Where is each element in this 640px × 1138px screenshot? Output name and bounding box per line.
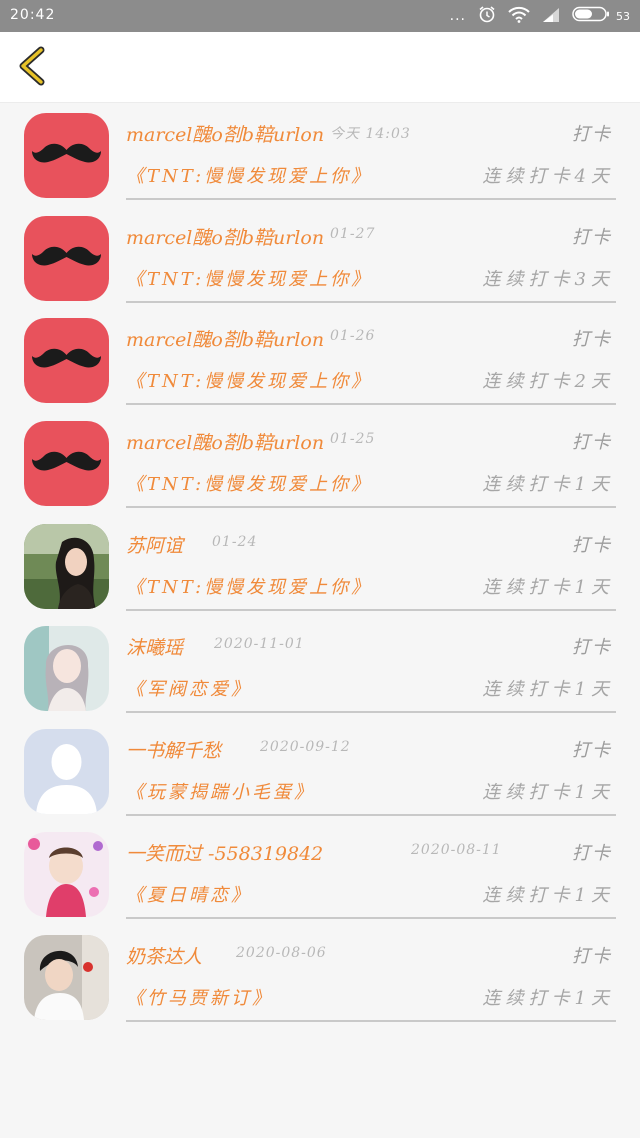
wifi-icon xyxy=(508,6,530,27)
book-title[interactable]: 《TNT:慢慢发现爱上你》 xyxy=(126,265,372,291)
more-dots: ... xyxy=(449,8,466,24)
streak-count: 连续打卡1天 xyxy=(482,987,614,1009)
checkin-time: 2020-08-11 xyxy=(411,841,502,858)
checkin-label: 打卡 xyxy=(572,534,612,556)
record-content: marcel醜o剳b鞛urlon 01-26 打卡 《TNT:慢慢发现爱上你》 … xyxy=(126,315,616,406)
mustache-avatar-image xyxy=(24,421,109,507)
checkin-record-item[interactable]: marcel醜o剳b鞛urlon 01-26 打卡 《TNT:慢慢发现爱上你》 … xyxy=(0,315,640,418)
record-content: 一书解千愁 2020-09-12 打卡 《玩蒙揭踹小毛蛋》 连续打卡1天 xyxy=(126,726,616,817)
photo-girl-dark-avatar-image xyxy=(24,523,109,609)
streak-count: 连续打卡1天 xyxy=(482,679,614,701)
user-name[interactable]: 苏阿谊 xyxy=(126,531,183,558)
checkin-label: 打卡 xyxy=(572,637,612,659)
photo-baby-avatar-image xyxy=(24,831,109,917)
user-name[interactable]: marcel醜o剳b鞛urlon xyxy=(126,223,324,250)
checkin-record-item[interactable]: 苏阿谊 01-24 打卡 《TNT:慢慢发现爱上你》 连续打卡1天 xyxy=(0,521,640,624)
mustache-avatar-image xyxy=(24,215,109,301)
record-content: 沫曦瑶 2020-11-01 打卡 《军阀恋爱》 连续打卡1天 xyxy=(126,623,616,714)
user-name[interactable]: 沫曦瑶 xyxy=(126,633,183,660)
record-content: marcel醜o剳b鞛urlon 01-25 打卡 《TNT:慢慢发现爱上你》 … xyxy=(126,418,616,509)
record-content: 奶茶达人 2020-08-06 打卡 《竹马贾新订》 连续打卡1天 xyxy=(126,932,616,1022)
checkin-record-list: marcel醜o剳b鞛urlon 今天 14:03 打卡 《TNT:慢慢发现爱上… xyxy=(0,110,640,1034)
user-name[interactable]: marcel醜o剳b鞛urlon xyxy=(126,120,324,147)
streak-count: 连续打卡4天 xyxy=(482,166,614,187)
mustache-avatar-image xyxy=(24,318,109,404)
user-name[interactable]: 奶茶达人 xyxy=(126,942,202,969)
avatar[interactable] xyxy=(24,421,109,507)
checkin-time: 01-24 xyxy=(212,533,258,550)
checkin-record-item[interactable]: marcel醜o剳b鞛urlon 01-25 打卡 《TNT:慢慢发现爱上你》 … xyxy=(0,418,640,521)
streak-count: 连续打卡1天 xyxy=(482,576,614,598)
avatar[interactable] xyxy=(24,215,109,301)
book-title[interactable]: 《TNT:慢慢发现爱上你》 xyxy=(126,470,372,496)
avatar[interactable] xyxy=(24,318,109,404)
avatar[interactable] xyxy=(24,831,109,917)
checkin-label: 打卡 xyxy=(572,226,612,248)
avatar[interactable] xyxy=(24,934,109,1020)
checkin-time: 2020-11-01 xyxy=(214,636,305,653)
book-title[interactable]: 《TNT:慢慢发现爱上你》 xyxy=(126,162,372,188)
user-name[interactable]: 一书解千愁 xyxy=(126,736,221,763)
status-bar: 20:42 ... 53 xyxy=(0,0,640,32)
checkin-time: 01-25 xyxy=(330,431,376,448)
battery-percent: 53 xyxy=(616,9,630,23)
book-title[interactable]: 《TNT:慢慢发现爱上你》 xyxy=(126,573,372,599)
book-title[interactable]: 《竹马贾新订》 xyxy=(126,984,273,1010)
checkin-time: 2020-09-12 xyxy=(260,739,351,756)
checkin-record-item[interactable]: 一书解千愁 2020-09-12 打卡 《玩蒙揭踹小毛蛋》 连续打卡1天 xyxy=(0,726,640,829)
book-title[interactable]: 《玩蒙揭踹小毛蛋》 xyxy=(126,778,315,804)
checkin-label: 打卡 xyxy=(572,945,612,967)
avatar[interactable] xyxy=(24,523,109,609)
checkin-label: 打卡 xyxy=(572,842,612,864)
user-name[interactable]: 一笑而过 -558319842 xyxy=(126,839,323,866)
checkin-label: 打卡 xyxy=(572,740,612,762)
checkin-record-item[interactable]: marcel醜o剳b鞛urlon 今天 14:03 打卡 《TNT:慢慢发现爱上… xyxy=(0,110,640,213)
alarm-icon xyxy=(478,5,496,27)
back-button[interactable] xyxy=(12,46,52,90)
book-title[interactable]: 《TNT:慢慢发现爱上你》 xyxy=(126,367,372,393)
streak-count: 连续打卡1天 xyxy=(482,884,614,906)
avatar[interactable] xyxy=(24,729,109,815)
checkin-time: 2020-08-06 xyxy=(236,944,327,961)
book-title[interactable]: 《夏日晴恋》 xyxy=(126,881,252,907)
streak-count: 连续打卡2天 xyxy=(482,371,614,393)
record-content: 苏阿谊 01-24 打卡 《TNT:慢慢发现爱上你》 连续打卡1天 xyxy=(126,521,616,611)
checkin-time: 01-27 xyxy=(330,225,376,242)
signal-icon xyxy=(542,7,560,26)
status-icons: ... 53 xyxy=(450,6,630,26)
checkin-record-item[interactable]: 一笑而过 -558319842 2020-08-11 打卡 《夏日晴恋》 连续打… xyxy=(0,829,640,932)
streak-count: 连续打卡3天 xyxy=(482,268,614,290)
checkin-time: 今天 14:03 xyxy=(330,126,411,142)
checkin-record-item[interactable]: 奶茶达人 2020-08-06 打卡 《竹马贾新订》 连续打卡1天 xyxy=(0,932,640,1035)
checkin-record-item[interactable]: marcel醜o剳b鞛urlon 01-27 打卡 《TNT:慢慢发现爱上你》 … xyxy=(0,213,640,316)
user-name[interactable]: marcel醜o剳b鞛urlon xyxy=(126,428,324,455)
photo-boy-avatar-image xyxy=(24,934,109,1020)
photo-girl-light-avatar-image xyxy=(24,626,109,712)
streak-count: 连续打卡1天 xyxy=(482,782,614,804)
avatar[interactable] xyxy=(24,113,109,198)
battery-icon xyxy=(572,6,610,26)
record-content: marcel醜o剳b鞛urlon 01-27 打卡 《TNT:慢慢发现爱上你》 … xyxy=(126,213,616,303)
checkin-label: 打卡 xyxy=(572,432,612,454)
status-time: 20:42 xyxy=(10,7,56,23)
checkin-label: 打卡 xyxy=(572,329,612,351)
record-content: marcel醜o剳b鞛urlon 今天 14:03 打卡 《TNT:慢慢发现爱上… xyxy=(126,110,616,200)
checkin-record-item[interactable]: 沫曦瑶 2020-11-01 打卡 《军阀恋爱》 连续打卡1天 xyxy=(0,623,640,726)
mustache-avatar-image xyxy=(24,113,109,198)
book-title[interactable]: 《军阀恋爱》 xyxy=(126,675,252,701)
top-bar xyxy=(0,32,640,103)
user-name[interactable]: marcel醜o剳b鞛urlon xyxy=(126,325,324,352)
avatar[interactable] xyxy=(24,626,109,712)
checkin-time: 01-26 xyxy=(330,328,376,345)
default-user-avatar-image xyxy=(24,729,109,815)
checkin-label: 打卡 xyxy=(572,124,612,145)
record-content: 一笑而过 -558319842 2020-08-11 打卡 《夏日晴恋》 连续打… xyxy=(126,829,616,919)
back-chevron-icon xyxy=(17,46,47,90)
streak-count: 连续打卡1天 xyxy=(482,474,614,496)
